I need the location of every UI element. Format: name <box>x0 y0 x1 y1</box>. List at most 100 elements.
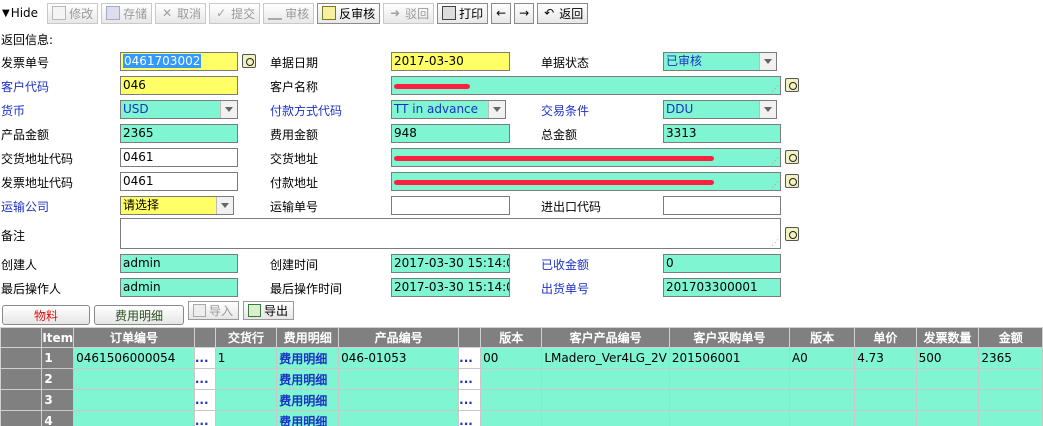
version-cell[interactable]: 00 <box>480 347 543 369</box>
col-header[interactable]: 客户采购单号 <box>668 327 790 348</box>
col-header[interactable]: 发票数量 <box>915 327 980 348</box>
doc-status-select[interactable]: 已审核 <box>663 52 777 71</box>
cust-po-cell[interactable] <box>668 368 790 390</box>
order-no-cell[interactable] <box>73 410 195 426</box>
last-operator-field[interactable]: admin <box>120 278 238 297</box>
col-header[interactable]: 金额 <box>978 327 1043 348</box>
qty-cell[interactable] <box>915 368 980 390</box>
picker-icon[interactable] <box>785 227 799 241</box>
import-button[interactable]: 导入 <box>188 301 239 320</box>
order-lookup-button[interactable]: ... <box>193 410 216 426</box>
version2-cell[interactable] <box>788 410 856 426</box>
delivery-line-cell[interactable] <box>214 389 278 411</box>
product-no-cell[interactable] <box>338 389 460 411</box>
col-header[interactable]: 版本 <box>480 327 543 348</box>
amount-cell[interactable] <box>978 410 1043 426</box>
qty-cell[interactable] <box>915 389 980 411</box>
remarks-textarea[interactable]: ⋰ <box>120 218 781 249</box>
invoice-addr-code-field[interactable]: 0461 <box>120 172 238 191</box>
order-no-cell[interactable]: 0461506000054 <box>73 347 195 369</box>
tab-fee-detail[interactable]: 费用明细 <box>94 305 184 325</box>
col-header[interactable]: 单价 <box>854 327 917 348</box>
version-cell[interactable] <box>480 368 543 390</box>
col-header[interactable]: 产品编号 <box>338 327 460 348</box>
col-header[interactable]: Item <box>41 327 75 348</box>
fee-amount-field[interactable]: 948 <box>391 124 510 143</box>
col-header[interactable] <box>193 327 216 348</box>
edit-button[interactable]: 修改 <box>47 2 99 24</box>
total-amount-field[interactable]: 3313 <box>663 124 781 143</box>
row-header[interactable] <box>0 389 43 411</box>
version2-cell[interactable] <box>788 368 856 390</box>
delivery-line-cell[interactable]: 1 <box>214 347 278 369</box>
unaudit-button[interactable]: 反审核 <box>317 2 381 24</box>
cust-po-cell[interactable] <box>668 410 790 426</box>
table-row[interactable]: 1 0461506000054 ... 1 费用明细 046-01053 ...… <box>0 347 1043 369</box>
invoice-no-field[interactable]: 0461703002 <box>120 52 238 71</box>
amount-cell[interactable] <box>978 368 1043 390</box>
table-row[interactable]: 4 ... 费用明细 ... <box>0 410 1043 426</box>
order-no-cell[interactable] <box>73 389 195 411</box>
qty-cell[interactable]: 500 <box>915 347 980 369</box>
cust-product-no-cell[interactable]: LMadero_Ver4LG_2V <box>541 347 670 369</box>
picker-icon[interactable] <box>785 78 799 92</box>
delivery-line-cell[interactable] <box>214 368 278 390</box>
cust-po-cell[interactable]: 201506001 <box>668 347 790 369</box>
version-cell[interactable] <box>480 410 543 426</box>
tab-materials[interactable]: 物料 <box>2 305 90 325</box>
table-row[interactable]: 2 ... 费用明细 ... <box>0 368 1043 390</box>
version2-cell[interactable] <box>788 389 856 411</box>
next-record-button[interactable]: → <box>514 2 535 24</box>
product-no-cell[interactable] <box>338 410 460 426</box>
cust-product-no-cell[interactable] <box>541 410 670 426</box>
shipment-no-field[interactable]: 201703300001 <box>663 278 781 297</box>
submit-button[interactable]: ✓ 提交 <box>209 2 261 24</box>
export-button[interactable]: 导出 <box>243 301 294 320</box>
picker-icon[interactable] <box>785 150 799 164</box>
col-header[interactable]: 订单编号 <box>73 327 195 348</box>
back-button[interactable]: ↶ 返回 <box>537 2 589 24</box>
received-amount-field[interactable]: 0 <box>663 254 781 273</box>
picker-icon[interactable] <box>785 174 799 188</box>
fee-detail-link[interactable]: 费用明细 <box>276 389 340 411</box>
save-button[interactable]: 存储 <box>101 2 153 24</box>
reject-button[interactable]: ➜ 驳回 <box>383 2 435 24</box>
cust-po-cell[interactable] <box>668 389 790 411</box>
audit-button[interactable]: 审核 <box>263 2 315 24</box>
product-lookup-button[interactable]: ... <box>458 389 482 411</box>
row-header[interactable] <box>0 410 43 426</box>
created-time-field[interactable]: 2017-03-30 15:14:00 <box>391 254 510 273</box>
doc-date-field[interactable]: 2017-03-30 <box>391 52 510 71</box>
col-header[interactable] <box>458 327 482 348</box>
order-no-cell[interactable] <box>73 368 195 390</box>
col-header[interactable]: 交货行 <box>214 327 278 348</box>
version-cell[interactable] <box>480 389 543 411</box>
order-lookup-button[interactable]: ... <box>193 389 216 411</box>
version2-cell[interactable]: A0 <box>788 347 856 369</box>
cust-product-no-cell[interactable] <box>541 368 670 390</box>
customer-code-field[interactable]: 046 <box>120 76 238 95</box>
fee-detail-link[interactable]: 费用明细 <box>276 410 340 426</box>
order-lookup-button[interactable]: ... <box>193 368 216 390</box>
price-cell[interactable]: 4.73 <box>854 347 917 369</box>
product-no-cell[interactable]: 046-01053 <box>338 347 460 369</box>
amount-cell[interactable]: 2365 <box>978 347 1043 369</box>
hide-toggle[interactable]: ▼ Hide <box>2 6 44 20</box>
cust-product-no-cell[interactable] <box>541 389 670 411</box>
qty-cell[interactable] <box>915 410 980 426</box>
trade-terms-select[interactable]: DDU <box>663 100 777 119</box>
delivery-line-cell[interactable] <box>214 410 278 426</box>
creator-field[interactable]: admin <box>120 254 238 273</box>
price-cell[interactable] <box>854 389 917 411</box>
product-amount-field[interactable]: 2365 <box>120 124 238 143</box>
customer-name-field[interactable]: ⋰ <box>391 76 781 95</box>
currency-select[interactable]: USD <box>120 100 238 119</box>
shipping-company-select[interactable]: 请选择 <box>120 196 234 215</box>
shipping-no-field[interactable] <box>391 196 510 215</box>
payment-addr-field[interactable]: ⋰ <box>391 172 781 191</box>
delivery-addr-field[interactable]: ⋰ <box>391 148 781 167</box>
fee-detail-link[interactable]: 费用明细 <box>276 368 340 390</box>
col-header[interactable]: 客户产品编号 <box>541 327 670 348</box>
product-no-cell[interactable] <box>338 368 460 390</box>
product-lookup-button[interactable]: ... <box>458 368 482 390</box>
